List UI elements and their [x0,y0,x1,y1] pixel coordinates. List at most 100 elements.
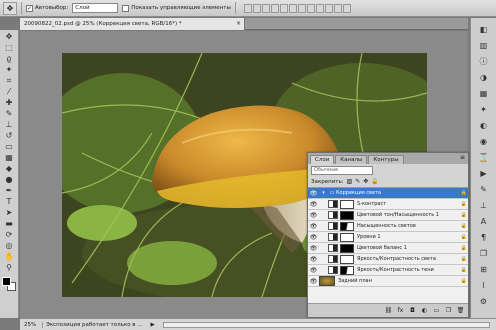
layer-row-hue-saturation[interactable]: 👁 Цветовой тон/Насыщенность 1 🔒 [308,210,468,221]
autoselect-dropdown[interactable]: Слой [72,3,119,13]
tab-channels[interactable]: Каналы [335,155,368,164]
new-adjustment-icon[interactable]: ◐ [420,306,429,315]
distribute-top-icon[interactable] [297,3,306,13]
visibility-eye-icon[interactable]: 👁 [308,190,319,197]
tool-presets-icon[interactable]: ⚙ [477,296,491,308]
history-brush-icon[interactable]: ↺ [2,131,16,140]
info-icon[interactable]: ⓘ [477,56,491,68]
layer-mask-thumbnail[interactable] [340,232,354,242]
panel-menu-icon[interactable]: ≡ [460,154,465,161]
masks-icon[interactable]: ◉ [477,136,491,148]
visibility-eye-icon[interactable]: 👁 [308,223,319,230]
eraser-icon[interactable]: ▭ [2,142,16,151]
foreground-color-swatch[interactable] [2,277,11,286]
3d-orbit-icon[interactable]: ◎ [2,241,16,250]
layer-row-highlight-saturation[interactable]: 👁 Насыщенность светов 🔒 [308,221,468,232]
visibility-eye-icon[interactable]: 👁 [308,256,319,263]
paragraph-icon[interactable]: ¶ [477,232,491,244]
lock-transparency-icon[interactable]: ▨ [347,178,353,185]
layer-mask-thumbnail[interactable] [340,210,354,220]
gradient-icon[interactable]: ▦ [2,153,16,162]
layer-mask-thumbnail[interactable] [340,199,354,209]
hand-tool-icon[interactable]: ✋ [2,252,16,261]
3d-rotate-icon[interactable]: ⟳ [2,230,16,239]
healing-brush-icon[interactable]: ✚ [2,98,16,107]
visibility-eye-icon[interactable]: 👁 [308,234,319,241]
layer-row-light-correction[interactable]: 👁 ▾ ▭ Коррекция света 🔒 [308,188,468,199]
distribute-middle-icon[interactable] [306,3,315,13]
lasso-tool-icon[interactable]: ϱ [2,54,16,63]
lock-position-icon[interactable]: ✥ [363,178,368,185]
layer-mask-thumbnail[interactable] [340,265,354,275]
visibility-eye-icon[interactable]: 👁 [308,201,319,208]
layer-row-s-contrast[interactable]: 👁 S-контраст 🔒 [308,199,468,210]
blur-tool-icon[interactable]: ◆ [2,164,16,173]
delete-layer-icon[interactable]: 🗑 [456,306,465,315]
distribute-right-icon[interactable] [342,3,351,13]
lock-all-icon[interactable]: 🔒 [371,178,378,185]
visibility-eye-icon[interactable]: 👁 [308,278,319,285]
status-menu-arrow-icon[interactable]: ▶ [151,322,155,328]
layer-row-brightness-highlights[interactable]: 👁 Яркость/Контрастность света 🔒 [308,254,468,265]
color-swatches[interactable] [2,277,16,291]
actions-icon[interactable]: ▶ [477,168,491,180]
horizontal-scrollbar[interactable] [162,321,490,328]
link-layers-icon[interactable]: ⛓ [384,306,393,315]
close-icon[interactable]: × [236,18,241,30]
shape-tool-icon[interactable]: ▬ [2,219,16,228]
navigator-icon[interactable]: ◧ [477,24,491,36]
align-middle-icon[interactable] [252,3,261,13]
layer-style-icon[interactable]: fx [396,306,405,315]
show-controls-checkbox[interactable] [122,4,130,12]
marquee-tool-icon[interactable]: ⬚ [2,43,16,52]
paths-icon[interactable]: ⌇ [477,280,491,292]
new-layer-icon[interactable]: ❐ [444,306,453,315]
path-selection-icon[interactable]: ➤ [2,208,16,217]
tab-layers[interactable]: Слои [310,155,335,164]
type-tool-icon[interactable]: T [2,197,16,206]
move-tool-icon[interactable]: ✥ [2,32,16,41]
align-top-icon[interactable] [243,3,252,13]
move-tool-icon[interactable]: ✥ [3,1,17,15]
crop-tool-icon[interactable]: ⌗ [2,76,16,85]
blend-mode-dropdown[interactable]: Обычные [311,165,373,175]
layer-mask-thumbnail[interactable] [340,243,354,253]
document-tab[interactable]: 20090822_02.psd @ 25% (Коррекция света, … [20,18,245,30]
adjustments-icon[interactable]: ◐ [477,120,491,132]
new-group-icon[interactable]: ▭ [432,306,441,315]
channels-icon[interactable]: ⊞ [477,264,491,276]
layers-icon[interactable]: ❐ [477,248,491,260]
visibility-eye-icon[interactable]: 👁 [308,267,319,274]
zoom-level[interactable]: 25% [24,322,38,328]
zoom-tool-icon[interactable]: ⚲ [2,263,16,272]
eyedropper-icon[interactable]: ⁄ [2,87,16,96]
layer-row-background[interactable]: 👁 Задний план 🔒 [308,276,468,287]
distribute-left-icon[interactable] [324,3,333,13]
group-arrow-icon[interactable]: ▾ [319,190,328,196]
magic-wand-icon[interactable]: ✦ [2,65,16,74]
swatches-icon[interactable]: ▦ [477,88,491,100]
align-left-icon[interactable] [270,3,279,13]
clone-source-icon[interactable]: ⊥ [477,200,491,212]
align-center-icon[interactable] [279,3,288,13]
visibility-eye-icon[interactable]: 👁 [308,212,319,219]
distribute-bottom-icon[interactable] [315,3,324,13]
history-icon[interactable]: ⌛ [477,152,491,164]
add-mask-icon[interactable]: ◘ [408,306,417,315]
histogram-icon[interactable]: ▥ [477,40,491,52]
layer-mask-thumbnail[interactable] [340,221,354,231]
brushes-icon[interactable]: ✎ [477,184,491,196]
align-right-icon[interactable] [288,3,297,13]
distribute-center-icon[interactable] [333,3,342,13]
lock-pixels-icon[interactable]: ✎ [355,178,360,185]
layer-mask-thumbnail[interactable] [340,254,354,264]
layer-row-brightness-shadows[interactable]: 👁 Яркость/Контрастность тени 🔒 [308,265,468,276]
dodge-tool-icon[interactable]: ● [2,175,16,184]
character-icon[interactable]: A [477,216,491,228]
align-bottom-icon[interactable] [261,3,270,13]
background-layer-thumbnail[interactable] [319,276,335,286]
styles-icon[interactable]: ✦ [477,104,491,116]
color-panel-icon[interactable]: ◑ [477,72,491,84]
autoselect-checkbox[interactable]: ✓ [26,4,33,12]
visibility-eye-icon[interactable]: 👁 [308,245,319,252]
